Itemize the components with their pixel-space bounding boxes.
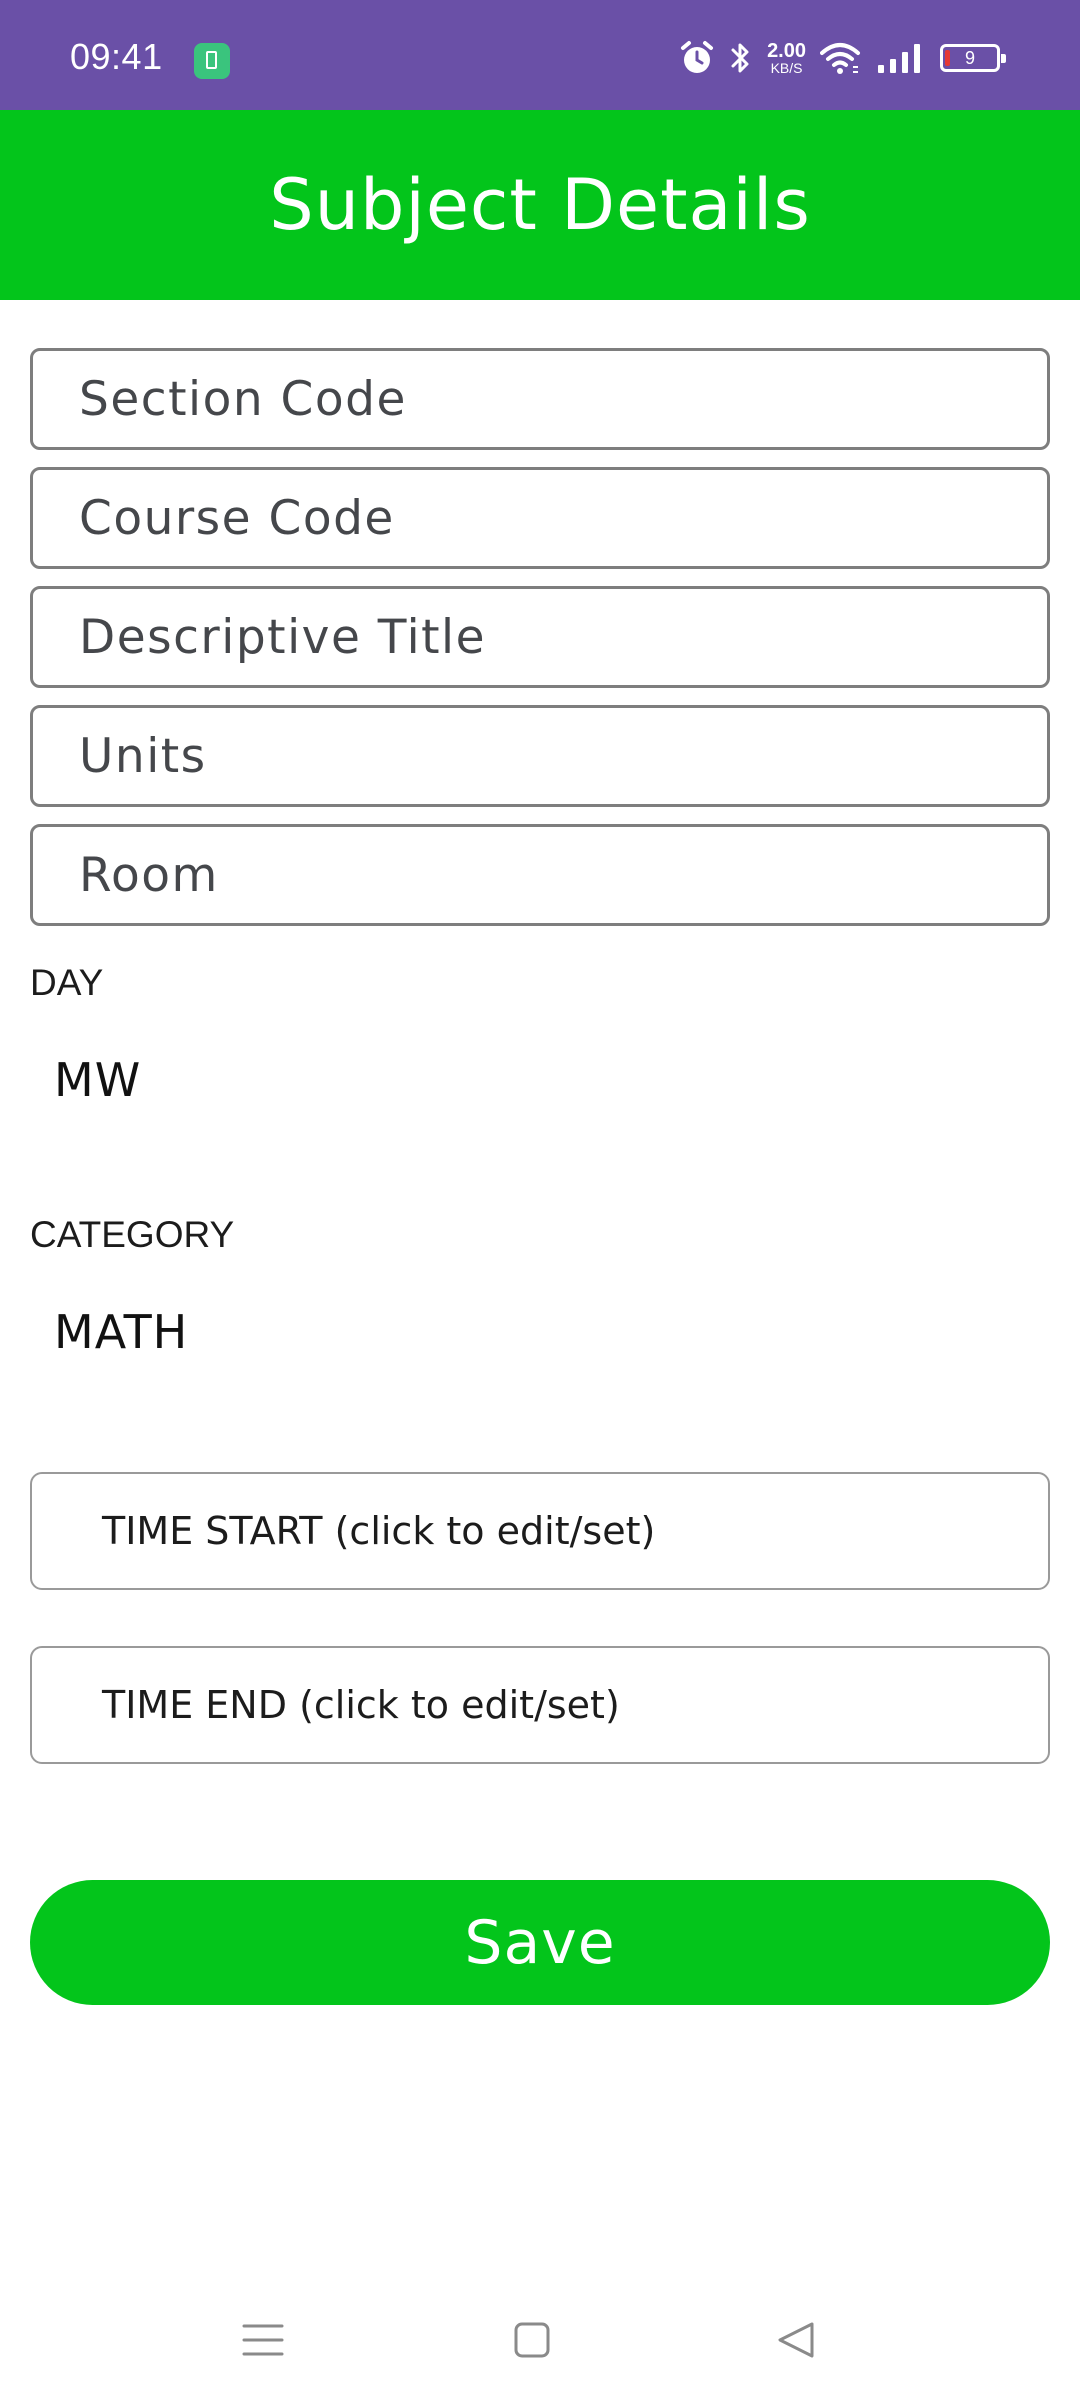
time-start-button[interactable]: TIME START (click to edit/set) (30, 1472, 1050, 1590)
net-speed-unit: KB/S (770, 60, 803, 76)
system-nav-bar (0, 2280, 1080, 2400)
app-notification-icon (194, 43, 230, 79)
room-input[interactable] (30, 824, 1050, 926)
day-label: DAY (30, 962, 104, 1003)
save-button[interactable]: Save (30, 1880, 1050, 2005)
units-input[interactable] (30, 705, 1050, 807)
home-button[interactable] (502, 2310, 562, 2370)
back-button[interactable] (766, 2310, 826, 2370)
status-icons: 2.00 KB/S 9 (665, 38, 1006, 78)
time-start-label: TIME START (click to edit/set) (102, 1509, 656, 1553)
descriptive-title-input[interactable] (30, 586, 1050, 688)
net-speed-value: 2.00 (767, 40, 806, 62)
page-title: Subject Details (269, 164, 811, 246)
home-square-icon (514, 2322, 550, 2358)
time-end-label: TIME END (click to edit/set) (102, 1683, 620, 1727)
section-code-input[interactable] (30, 348, 1050, 450)
wifi-icon (820, 43, 860, 74)
status-bar: 09:41 2.00 KB/S 9 (0, 0, 1080, 110)
status-time: 09:41 (70, 36, 163, 77)
app-header: Subject Details (0, 110, 1080, 300)
screen: 09:41 2.00 KB/S 9 Subject Details Sectio… (0, 0, 1080, 2400)
day-spinner[interactable]: MW (54, 1053, 141, 1107)
battery-icon: 9 (940, 44, 1006, 72)
alarm-icon (681, 41, 714, 73)
menu-icon (242, 2324, 284, 2356)
battery-level: 9 (964, 48, 975, 68)
time-end-button[interactable]: TIME END (click to edit/set) (30, 1646, 1050, 1764)
back-triangle-icon (778, 2322, 814, 2358)
net-speed: 2.00 KB/S (767, 41, 806, 75)
category-spinner[interactable]: MATH (54, 1305, 188, 1359)
course-code-input[interactable] (30, 467, 1050, 569)
signal-icon (878, 44, 920, 73)
menu-button[interactable] (233, 2310, 293, 2370)
category-label: CATEGORY (30, 1214, 235, 1255)
bluetooth-icon (731, 43, 749, 73)
save-button-label: Save (464, 1907, 616, 1978)
